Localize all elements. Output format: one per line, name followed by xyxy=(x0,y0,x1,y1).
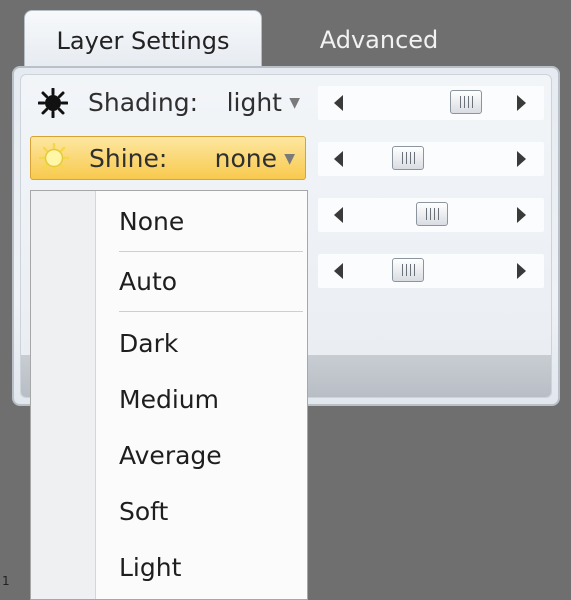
dark-sun-icon xyxy=(38,88,68,118)
shading-slider[interactable] xyxy=(318,86,544,120)
menu-item-medium[interactable]: Medium xyxy=(119,375,219,425)
slider-left-arrow-icon[interactable] xyxy=(334,95,343,111)
tab-bar: Layer Settings Advanced xyxy=(24,10,564,69)
shading-value: light xyxy=(226,88,282,117)
menu-separator xyxy=(119,311,303,312)
shine-value: none xyxy=(214,144,277,173)
slider-4[interactable] xyxy=(318,254,544,288)
menu-gutter xyxy=(31,191,96,599)
slider-left-arrow-icon[interactable] xyxy=(334,151,343,167)
menu-item-light[interactable]: Light xyxy=(119,543,181,593)
shine-slider[interactable] xyxy=(318,142,544,176)
slider-right-arrow-icon[interactable] xyxy=(517,95,526,111)
slider-left-arrow-icon[interactable] xyxy=(334,263,343,279)
slider-right-arrow-icon[interactable] xyxy=(517,207,526,223)
slider-thumb[interactable] xyxy=(416,202,448,226)
stray-mark: 1 xyxy=(2,574,10,588)
menu-item-auto[interactable]: Auto xyxy=(119,257,177,307)
menu-item-dark[interactable]: Dark xyxy=(119,319,178,369)
shine-dropdown[interactable]: Shine: none ▼ xyxy=(30,136,306,180)
menu-item-average[interactable]: Average xyxy=(119,431,222,481)
shading-dropdown[interactable]: Shading: light ▼ xyxy=(30,84,310,122)
shading-label: Shading: xyxy=(88,88,198,117)
menu-item-soft[interactable]: Soft xyxy=(119,487,168,537)
shine-label: Shine: xyxy=(89,144,168,173)
slider-thumb[interactable] xyxy=(392,146,424,170)
slider-thumb[interactable] xyxy=(450,90,482,114)
menu-item-none[interactable]: None xyxy=(119,197,184,247)
chevron-down-icon: ▼ xyxy=(289,95,300,111)
tab-layer-settings[interactable]: Layer Settings xyxy=(24,10,262,69)
slider-3[interactable] xyxy=(318,198,544,232)
menu-separator xyxy=(119,251,303,252)
slider-thumb[interactable] xyxy=(392,258,424,282)
shine-dropdown-menu: None Auto Dark Medium Average Soft Light xyxy=(30,190,308,600)
tab-advanced[interactable]: Advanced xyxy=(304,10,454,68)
slider-right-arrow-icon[interactable] xyxy=(517,151,526,167)
bright-sun-icon xyxy=(39,143,69,173)
chevron-down-icon: ▼ xyxy=(284,151,295,167)
slider-left-arrow-icon[interactable] xyxy=(334,207,343,223)
slider-right-arrow-icon[interactable] xyxy=(517,263,526,279)
